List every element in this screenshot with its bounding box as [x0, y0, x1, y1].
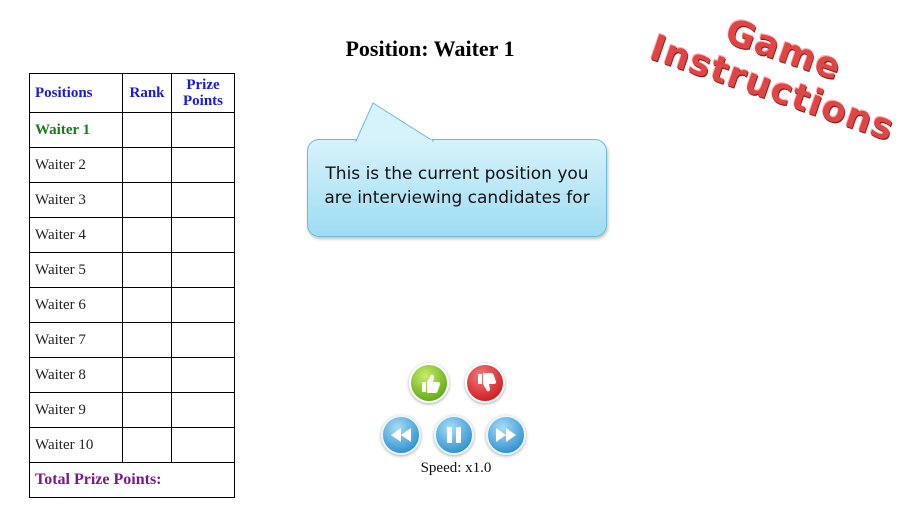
speed-label: Speed: x1.0: [420, 460, 492, 476]
table-row: Waiter 10: [29, 427, 235, 463]
table-row: Waiter 4: [29, 217, 235, 253]
rewind-button[interactable]: [381, 415, 421, 455]
row-position: Waiter 8: [29, 357, 123, 393]
row-rank: [122, 182, 172, 218]
row-prize: [171, 252, 235, 288]
header-prize-line1: Prize: [186, 77, 220, 93]
table-row: Waiter 8: [29, 357, 235, 393]
row-position: Waiter 6: [29, 287, 123, 323]
table-row: Waiter 1: [29, 112, 235, 148]
pause-button[interactable]: [434, 415, 474, 455]
table-row: Waiter 5: [29, 252, 235, 288]
row-prize: [171, 322, 235, 358]
row-rank: [122, 147, 172, 183]
positions-table: Positions Rank Prize Points Waiter 1 Wait…: [29, 73, 235, 498]
thumbs-down-icon: [478, 373, 497, 392]
row-position: Waiter 7: [29, 322, 123, 358]
total-prize-points-label: Total Prize Points:: [29, 462, 235, 498]
game-instructions-link[interactable]: Game Instructions: [624, 0, 900, 193]
row-rank: [122, 252, 172, 288]
table-row: Waiter 6: [29, 287, 235, 323]
row-prize: [171, 287, 235, 323]
header-positions: Positions: [29, 73, 123, 113]
table-header-row: Positions Rank Prize Points: [29, 73, 235, 113]
table-row: Waiter 7: [29, 322, 235, 358]
header-prize-line2: Points: [182, 93, 223, 109]
row-position: Waiter 4: [29, 217, 123, 253]
header-rank: Rank: [122, 73, 172, 113]
row-prize: [171, 182, 235, 218]
row-position: Waiter 9: [29, 392, 123, 428]
hint-line-2: are interviewing candidates for: [324, 188, 590, 208]
thumbs-up-button[interactable]: [409, 363, 449, 403]
header-prize-points: Prize Points: [171, 73, 235, 113]
table-row: Waiter 9: [29, 392, 235, 428]
row-rank: [122, 427, 172, 463]
row-position-current: Waiter 1: [29, 112, 123, 148]
row-rank: [122, 322, 172, 358]
hint-bubble-text: This is the current position you are int…: [307, 162, 607, 210]
rewind-icon: [391, 428, 411, 442]
row-prize: [171, 217, 235, 253]
page-title: Position: Waiter 1: [345, 36, 515, 61]
fast-forward-icon: [496, 428, 516, 442]
pause-icon: [447, 427, 461, 443]
table-total-row: Total Prize Points:: [29, 462, 235, 498]
game-screen: Position: Waiter 1 Positions Rank Prize P…: [0, 0, 907, 527]
row-prize: [171, 392, 235, 428]
row-rank: [122, 392, 172, 428]
fast-forward-button[interactable]: [486, 415, 526, 455]
row-position: Waiter 2: [29, 147, 123, 183]
table-row: Waiter 3: [29, 182, 235, 218]
row-position: Waiter 5: [29, 252, 123, 288]
thumbs-up-icon: [422, 374, 441, 393]
row-prize: [171, 147, 235, 183]
row-position: Waiter 10: [29, 427, 123, 463]
row-position: Waiter 3: [29, 182, 123, 218]
row-prize: [171, 357, 235, 393]
table-row: Waiter 2: [29, 147, 235, 183]
hint-line-1: This is the current position you: [325, 164, 589, 184]
row-rank: [122, 287, 172, 323]
row-rank: [122, 357, 172, 393]
thumbs-down-button[interactable]: [465, 363, 505, 403]
row-prize: [171, 112, 235, 148]
row-rank: [122, 112, 172, 148]
row-rank: [122, 217, 172, 253]
row-prize: [171, 427, 235, 463]
